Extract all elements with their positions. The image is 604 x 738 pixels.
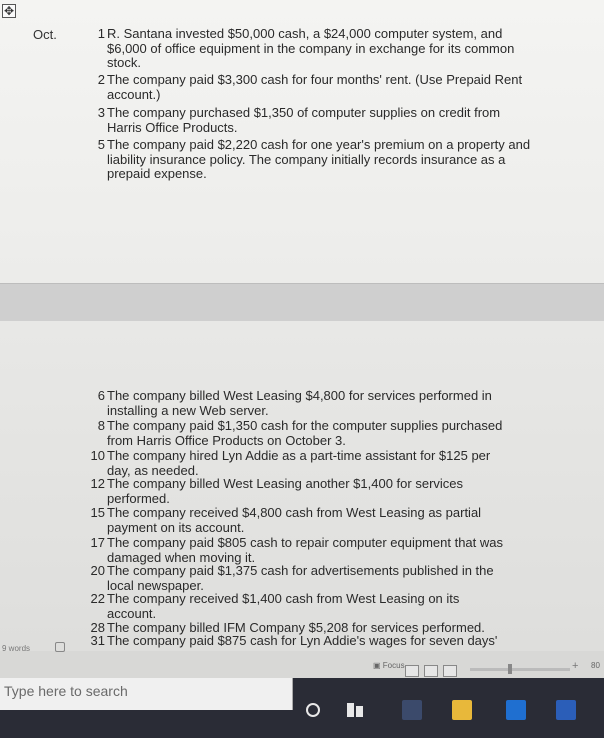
search-placeholder: Type here to search xyxy=(4,683,128,699)
focus-label: Focus xyxy=(382,661,405,670)
transaction-day: 12 xyxy=(90,476,105,491)
transaction-text: The company paid $2,220 cash for one yea… xyxy=(107,137,531,181)
transaction-day: 5 xyxy=(97,137,105,152)
mail-icon[interactable] xyxy=(506,700,526,720)
transaction-row: 12 The company billed West Leasing anoth… xyxy=(85,476,485,506)
transaction-day: 22 xyxy=(90,591,105,606)
zoom-slider[interactable] xyxy=(470,668,570,671)
transaction-day: 31 xyxy=(90,633,105,648)
transaction-text: The company received $1,400 cash from We… xyxy=(107,591,460,621)
task-view-icon[interactable] xyxy=(347,703,363,717)
transaction-text: The company paid $805 cash to repair com… xyxy=(107,535,504,565)
transaction-row: 31 The company paid $875 cash for Lyn Ad… xyxy=(85,633,515,648)
transaction-text: R. Santana invested $50,000 cash, a $24,… xyxy=(107,26,515,70)
transaction-row: 10 The company hired Lyn Addie as a part… xyxy=(85,448,505,478)
transaction-day: 10 xyxy=(90,448,105,463)
transaction-row: 3 The company purchased $1,350 of comput… xyxy=(85,105,535,136)
cortana-icon[interactable] xyxy=(306,703,320,717)
transaction-day: 2 xyxy=(97,72,105,87)
web-layout-icon[interactable] xyxy=(443,665,457,677)
transaction-text: The company hired Lyn Addie as a part-ti… xyxy=(107,448,491,478)
transaction-text: The company paid $1,350 cash for the com… xyxy=(107,418,503,448)
word-count[interactable]: 9 words xyxy=(2,644,30,653)
word-icon[interactable] xyxy=(556,700,576,720)
focus-mode-button[interactable]: ▣ Focus xyxy=(373,661,405,670)
transaction-text: The company paid $1,375 cash for adverti… xyxy=(107,563,494,593)
transaction-text: The company received $4,800 cash from We… xyxy=(107,505,482,535)
transaction-row: 1 R. Santana invested $50,000 cash, a $2… xyxy=(85,26,535,71)
transaction-day: 8 xyxy=(97,418,105,433)
file-explorer-icon[interactable] xyxy=(452,700,472,720)
print-layout-icon[interactable] xyxy=(424,665,438,677)
transaction-day: 3 xyxy=(97,105,105,120)
page-break-band xyxy=(0,283,604,323)
store-icon[interactable] xyxy=(402,700,422,720)
transaction-row: 15 The company received $4,800 cash from… xyxy=(85,505,500,535)
transaction-row: 6 The company billed West Leasing $4,800… xyxy=(85,388,515,418)
table-move-handle-icon[interactable]: ✥ xyxy=(2,4,16,18)
read-mode-icon[interactable] xyxy=(405,665,419,677)
zoom-in-icon[interactable]: + xyxy=(572,660,578,672)
transaction-day: 1 xyxy=(97,26,105,41)
transaction-text: The company paid $875 cash for Lyn Addie… xyxy=(107,633,498,648)
transaction-day: 15 xyxy=(90,505,105,520)
transaction-row: 5 The company paid $2,220 cash for one y… xyxy=(85,137,535,184)
transaction-row: 22 The company received $1,400 cash from… xyxy=(85,591,485,621)
proofing-book-icon[interactable] xyxy=(55,642,65,652)
transaction-text: The company paid $3,300 cash for four mo… xyxy=(107,72,523,102)
zoom-level[interactable]: 80 xyxy=(591,661,600,670)
transaction-day: 6 xyxy=(97,388,105,403)
transaction-text: The company billed West Leasing $4,800 f… xyxy=(107,388,492,418)
transaction-text: The company purchased $1,350 of computer… xyxy=(107,105,501,135)
zoom-slider-thumb[interactable] xyxy=(508,664,512,674)
transaction-day: 17 xyxy=(90,535,105,550)
month-label: Oct. xyxy=(33,27,57,42)
transaction-row: 20 The company paid $1,375 cash for adve… xyxy=(85,563,505,593)
transaction-row: 2 The company paid $3,300 cash for four … xyxy=(85,72,535,103)
transaction-row: 17 The company paid $805 cash to repair … xyxy=(85,535,515,565)
transaction-text: The company billed West Leasing another … xyxy=(107,476,464,506)
transaction-row: 8 The company paid $1,350 cash for the c… xyxy=(85,418,515,448)
transaction-day: 20 xyxy=(90,563,105,578)
